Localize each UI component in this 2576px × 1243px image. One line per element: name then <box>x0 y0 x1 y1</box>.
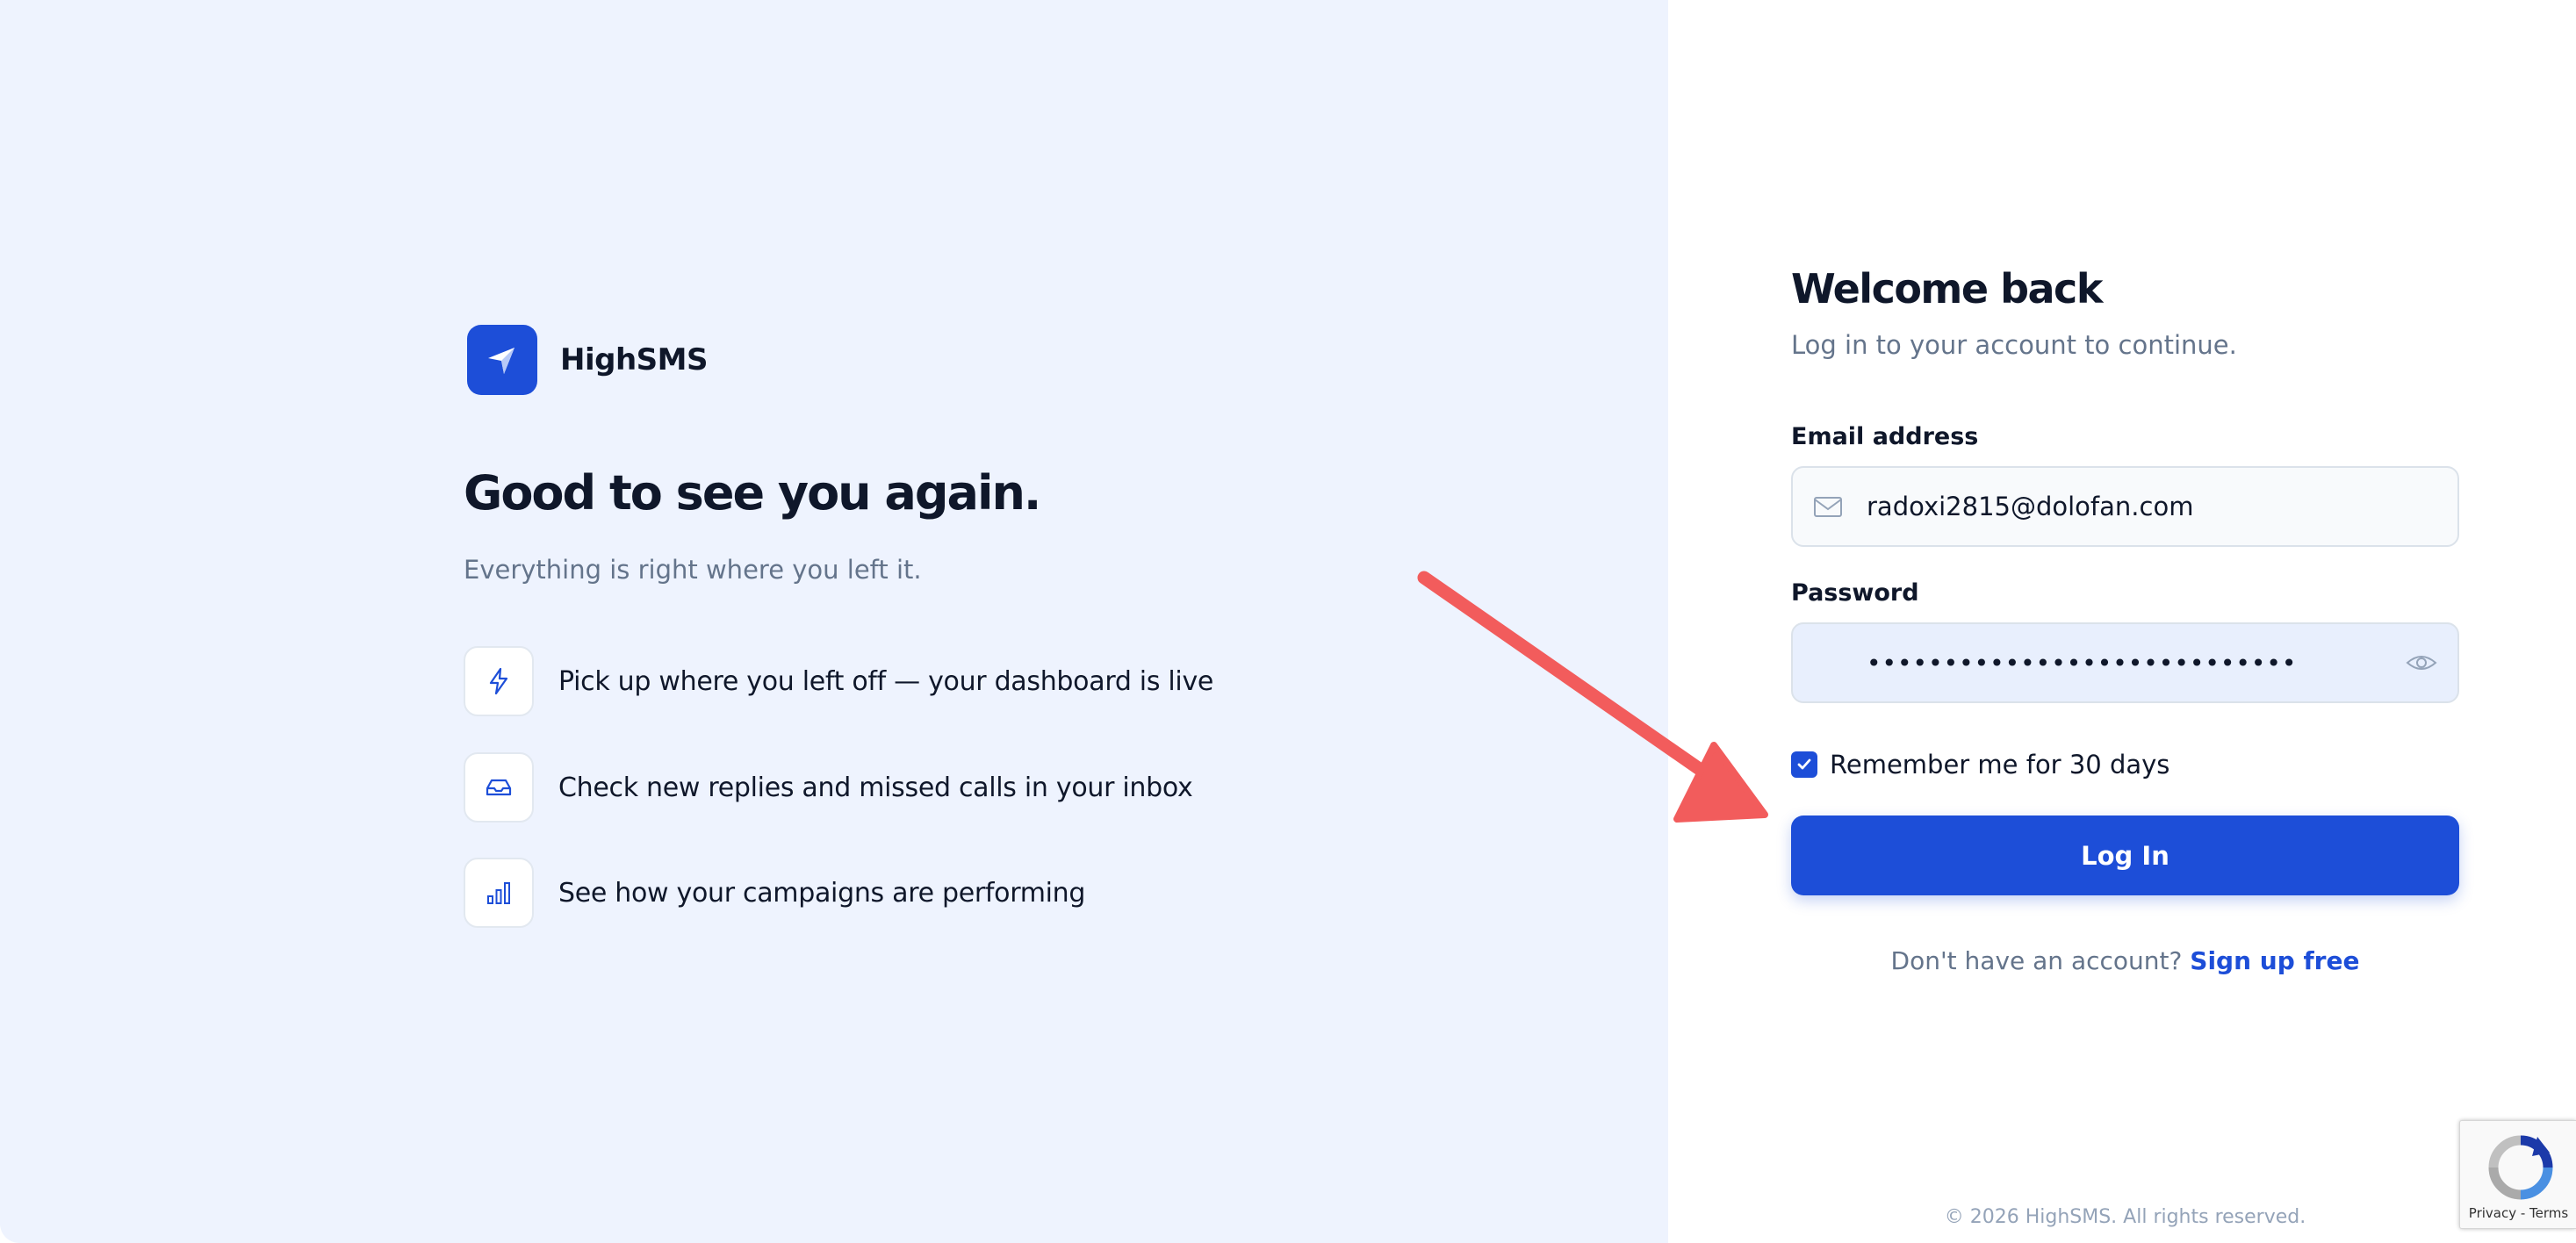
password-input[interactable] <box>1867 624 2393 701</box>
feature-text: Check new replies and missed calls in yo… <box>558 772 1193 803</box>
password-label: Password <box>1791 579 1919 607</box>
email-label: Email address <box>1791 423 1979 450</box>
feature-item: Check new replies and missed calls in yo… <box>464 752 1193 823</box>
bar-chart-icon <box>464 858 534 928</box>
inbox-tray-icon <box>464 752 534 823</box>
right-pane <box>1668 0 2576 1243</box>
feature-text: See how your campaigns are performing <box>558 877 1086 909</box>
checkmark-icon <box>1797 758 1811 770</box>
remember-me[interactable]: Remember me for 30 days <box>1791 750 2169 780</box>
footer-copyright: © 2026 HighSMS. All rights reserved. <box>1944 1206 2306 1228</box>
feature-text: Pick up where you left off — your dashbo… <box>558 665 1214 697</box>
recaptcha-icon <box>2488 1135 2553 1200</box>
brand-name: HighSMS <box>560 342 708 377</box>
lightning-bolt-icon <box>464 646 534 716</box>
recaptcha-links[interactable]: Privacy - Terms <box>2460 1205 2576 1221</box>
login-button[interactable]: Log In <box>1791 815 2459 895</box>
brand: HighSMS <box>467 325 708 395</box>
recaptcha-badge[interactable]: Privacy - Terms <box>2459 1120 2576 1229</box>
envelope-icon <box>1814 497 1842 517</box>
password-field[interactable] <box>1791 622 2459 703</box>
form-subtitle: Log in to your account to continue. <box>1791 330 2237 360</box>
email-field[interactable] <box>1791 466 2459 547</box>
signup-link[interactable]: Sign up free <box>2190 946 2359 975</box>
signup-prompt-text: Don't have an account? <box>1890 946 2183 975</box>
feature-item: See how your campaigns are performing <box>464 858 1085 928</box>
remember-checkbox[interactable] <box>1791 751 1817 778</box>
email-input[interactable] <box>1867 468 2393 545</box>
signup-prompt: Don't have an account? Sign up free <box>1791 946 2459 975</box>
feature-item: Pick up where you left off — your dashbo… <box>464 646 1213 716</box>
hero-subline: Everything is right where you left it. <box>464 555 922 585</box>
form-title: Welcome back <box>1791 265 2103 313</box>
paper-plane-icon <box>467 325 537 395</box>
hero-headline: Good to see you again. <box>464 465 1041 521</box>
remember-label: Remember me for 30 days <box>1830 750 2170 780</box>
left-pane <box>0 0 1668 1243</box>
eye-icon[interactable] <box>2405 647 2438 679</box>
